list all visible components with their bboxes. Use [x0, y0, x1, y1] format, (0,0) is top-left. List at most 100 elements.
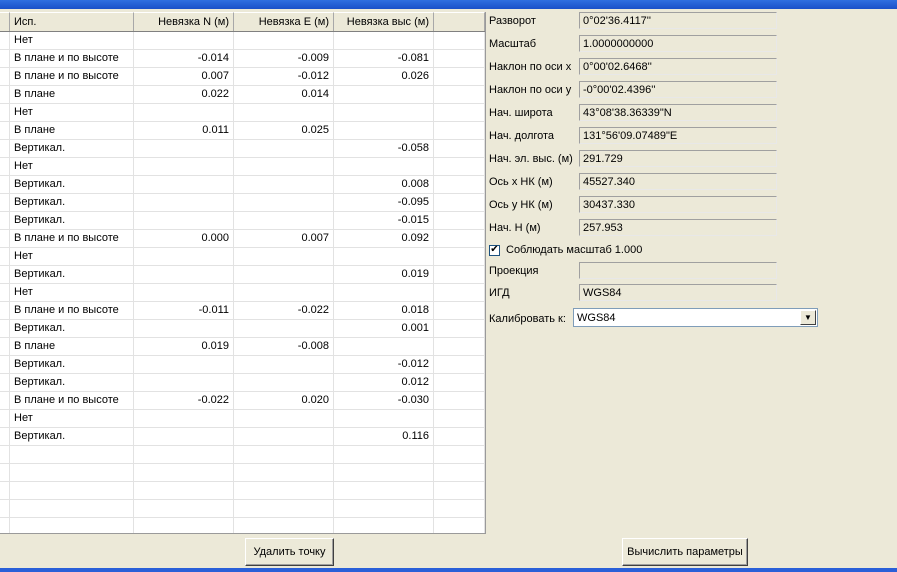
- cell-residual-n[interactable]: [134, 32, 234, 49]
- table-row[interactable]: В плане и по высоте -0.011 -0.022 0.018: [0, 302, 485, 320]
- cell-residual-n[interactable]: [134, 248, 234, 265]
- cell-residual-n[interactable]: [134, 320, 234, 337]
- cell-residual-h[interactable]: 0.008: [334, 176, 434, 193]
- cell-residual-h[interactable]: 0.018: [334, 302, 434, 319]
- column-header-residual-n[interactable]: Невязка N (м): [134, 12, 234, 31]
- cell-residual-e[interactable]: [234, 374, 334, 391]
- column-header-residual-e[interactable]: Невязка E (м): [234, 12, 334, 31]
- cell-residual-n[interactable]: [134, 212, 234, 229]
- cell-residual-e[interactable]: [234, 356, 334, 373]
- table-row[interactable]: Вертикал. -0.095: [0, 194, 485, 212]
- cell-residual-e[interactable]: -0.008: [234, 338, 334, 355]
- cell-use[interactable]: Вертикал.: [10, 320, 134, 337]
- cell-residual-n[interactable]: [134, 446, 234, 463]
- cell-residual-h[interactable]: [334, 284, 434, 301]
- cell-residual-n[interactable]: [134, 140, 234, 157]
- cell-residual-e[interactable]: [234, 248, 334, 265]
- cell-residual-h[interactable]: -0.015: [334, 212, 434, 229]
- table-row[interactable]: [0, 446, 485, 464]
- table-row[interactable]: Нет: [0, 104, 485, 122]
- cell-use[interactable]: Вертикал.: [10, 266, 134, 283]
- cell-use[interactable]: Вертикал.: [10, 428, 134, 445]
- table-row[interactable]: Нет: [0, 32, 485, 50]
- table-row[interactable]: [0, 464, 485, 482]
- cell-use[interactable]: Вертикал.: [10, 374, 134, 391]
- cell-use[interactable]: [10, 446, 134, 463]
- cell-residual-n[interactable]: 0.022: [134, 86, 234, 103]
- cell-residual-h[interactable]: 0.026: [334, 68, 434, 85]
- cell-residual-h[interactable]: -0.058: [334, 140, 434, 157]
- cell-residual-h[interactable]: 0.092: [334, 230, 434, 247]
- cell-use[interactable]: Вертикал.: [10, 194, 134, 211]
- cell-use[interactable]: Вертикал.: [10, 212, 134, 229]
- cell-residual-e[interactable]: [234, 158, 334, 175]
- cell-residual-e[interactable]: -0.012: [234, 68, 334, 85]
- table-row[interactable]: В плане 0.019 -0.008: [0, 338, 485, 356]
- cell-residual-e[interactable]: [234, 482, 334, 499]
- cell-residual-e[interactable]: -0.009: [234, 50, 334, 67]
- cell-residual-e[interactable]: [234, 320, 334, 337]
- cell-use[interactable]: Вертикал.: [10, 176, 134, 193]
- cell-residual-e[interactable]: [234, 284, 334, 301]
- cell-residual-n[interactable]: -0.014: [134, 50, 234, 67]
- cell-residual-n[interactable]: [134, 374, 234, 391]
- cell-residual-n[interactable]: 0.011: [134, 122, 234, 139]
- cell-residual-h[interactable]: [334, 338, 434, 355]
- cell-residual-h[interactable]: [334, 482, 434, 499]
- cell-residual-h[interactable]: -0.095: [334, 194, 434, 211]
- cell-use[interactable]: В плане и по высоте: [10, 50, 134, 67]
- cell-residual-n[interactable]: -0.011: [134, 302, 234, 319]
- table-row[interactable]: [0, 500, 485, 518]
- cell-use[interactable]: [10, 464, 134, 481]
- cell-residual-h[interactable]: [334, 248, 434, 265]
- cell-use[interactable]: Нет: [10, 248, 134, 265]
- cell-use[interactable]: [10, 500, 134, 517]
- cell-residual-h[interactable]: -0.030: [334, 392, 434, 409]
- cell-residual-n[interactable]: [134, 482, 234, 499]
- cell-use[interactable]: Вертикал.: [10, 140, 134, 157]
- cell-residual-e[interactable]: [234, 104, 334, 121]
- column-header-use[interactable]: Исп.: [10, 12, 134, 31]
- cell-residual-e[interactable]: -0.022: [234, 302, 334, 319]
- cell-residual-n[interactable]: [134, 428, 234, 445]
- cell-residual-n[interactable]: -0.022: [134, 392, 234, 409]
- column-header-residual-h[interactable]: Невязка выс (м): [334, 12, 434, 31]
- table-row[interactable]: В плане и по высоте 0.000 0.007 0.092: [0, 230, 485, 248]
- cell-residual-n[interactable]: [134, 464, 234, 481]
- cell-use[interactable]: Нет: [10, 410, 134, 427]
- cell-use[interactable]: В плане и по высоте: [10, 230, 134, 247]
- cell-residual-h[interactable]: 0.012: [334, 374, 434, 391]
- cell-use[interactable]: В плане: [10, 122, 134, 139]
- table-row[interactable]: Вертикал. 0.012: [0, 374, 485, 392]
- cell-residual-h[interactable]: [334, 464, 434, 481]
- cell-residual-n[interactable]: 0.007: [134, 68, 234, 85]
- cell-residual-h[interactable]: 0.116: [334, 428, 434, 445]
- cell-residual-e[interactable]: [234, 212, 334, 229]
- keep-scale-checkbox[interactable]: ✔: [489, 244, 500, 256]
- delete-point-button[interactable]: Удалить точку: [245, 538, 334, 566]
- cell-residual-h[interactable]: [334, 518, 434, 533]
- cell-residual-h[interactable]: -0.012: [334, 356, 434, 373]
- residuals-table[interactable]: Исп. Невязка N (м) Невязка E (м) Невязка…: [0, 12, 486, 534]
- cell-residual-h[interactable]: [334, 500, 434, 517]
- table-row[interactable]: В плане 0.022 0.014: [0, 86, 485, 104]
- cell-residual-e[interactable]: [234, 446, 334, 463]
- table-row[interactable]: [0, 518, 485, 533]
- cell-residual-e[interactable]: 0.020: [234, 392, 334, 409]
- cell-residual-e[interactable]: 0.025: [234, 122, 334, 139]
- cell-residual-e[interactable]: [234, 176, 334, 193]
- cell-residual-h[interactable]: [334, 446, 434, 463]
- cell-use[interactable]: Нет: [10, 158, 134, 175]
- cell-use[interactable]: В плане: [10, 338, 134, 355]
- cell-residual-h[interactable]: [334, 122, 434, 139]
- cell-use[interactable]: Нет: [10, 32, 134, 49]
- cell-residual-e[interactable]: [234, 140, 334, 157]
- chevron-down-icon[interactable]: ▼: [800, 310, 816, 325]
- cell-residual-h[interactable]: [334, 104, 434, 121]
- table-row[interactable]: Вертикал. -0.058: [0, 140, 485, 158]
- table-row[interactable]: Вертикал. -0.015: [0, 212, 485, 230]
- cell-residual-n[interactable]: [134, 518, 234, 533]
- cell-residual-e[interactable]: [234, 518, 334, 533]
- cell-residual-n[interactable]: [134, 176, 234, 193]
- table-row[interactable]: Нет: [0, 284, 485, 302]
